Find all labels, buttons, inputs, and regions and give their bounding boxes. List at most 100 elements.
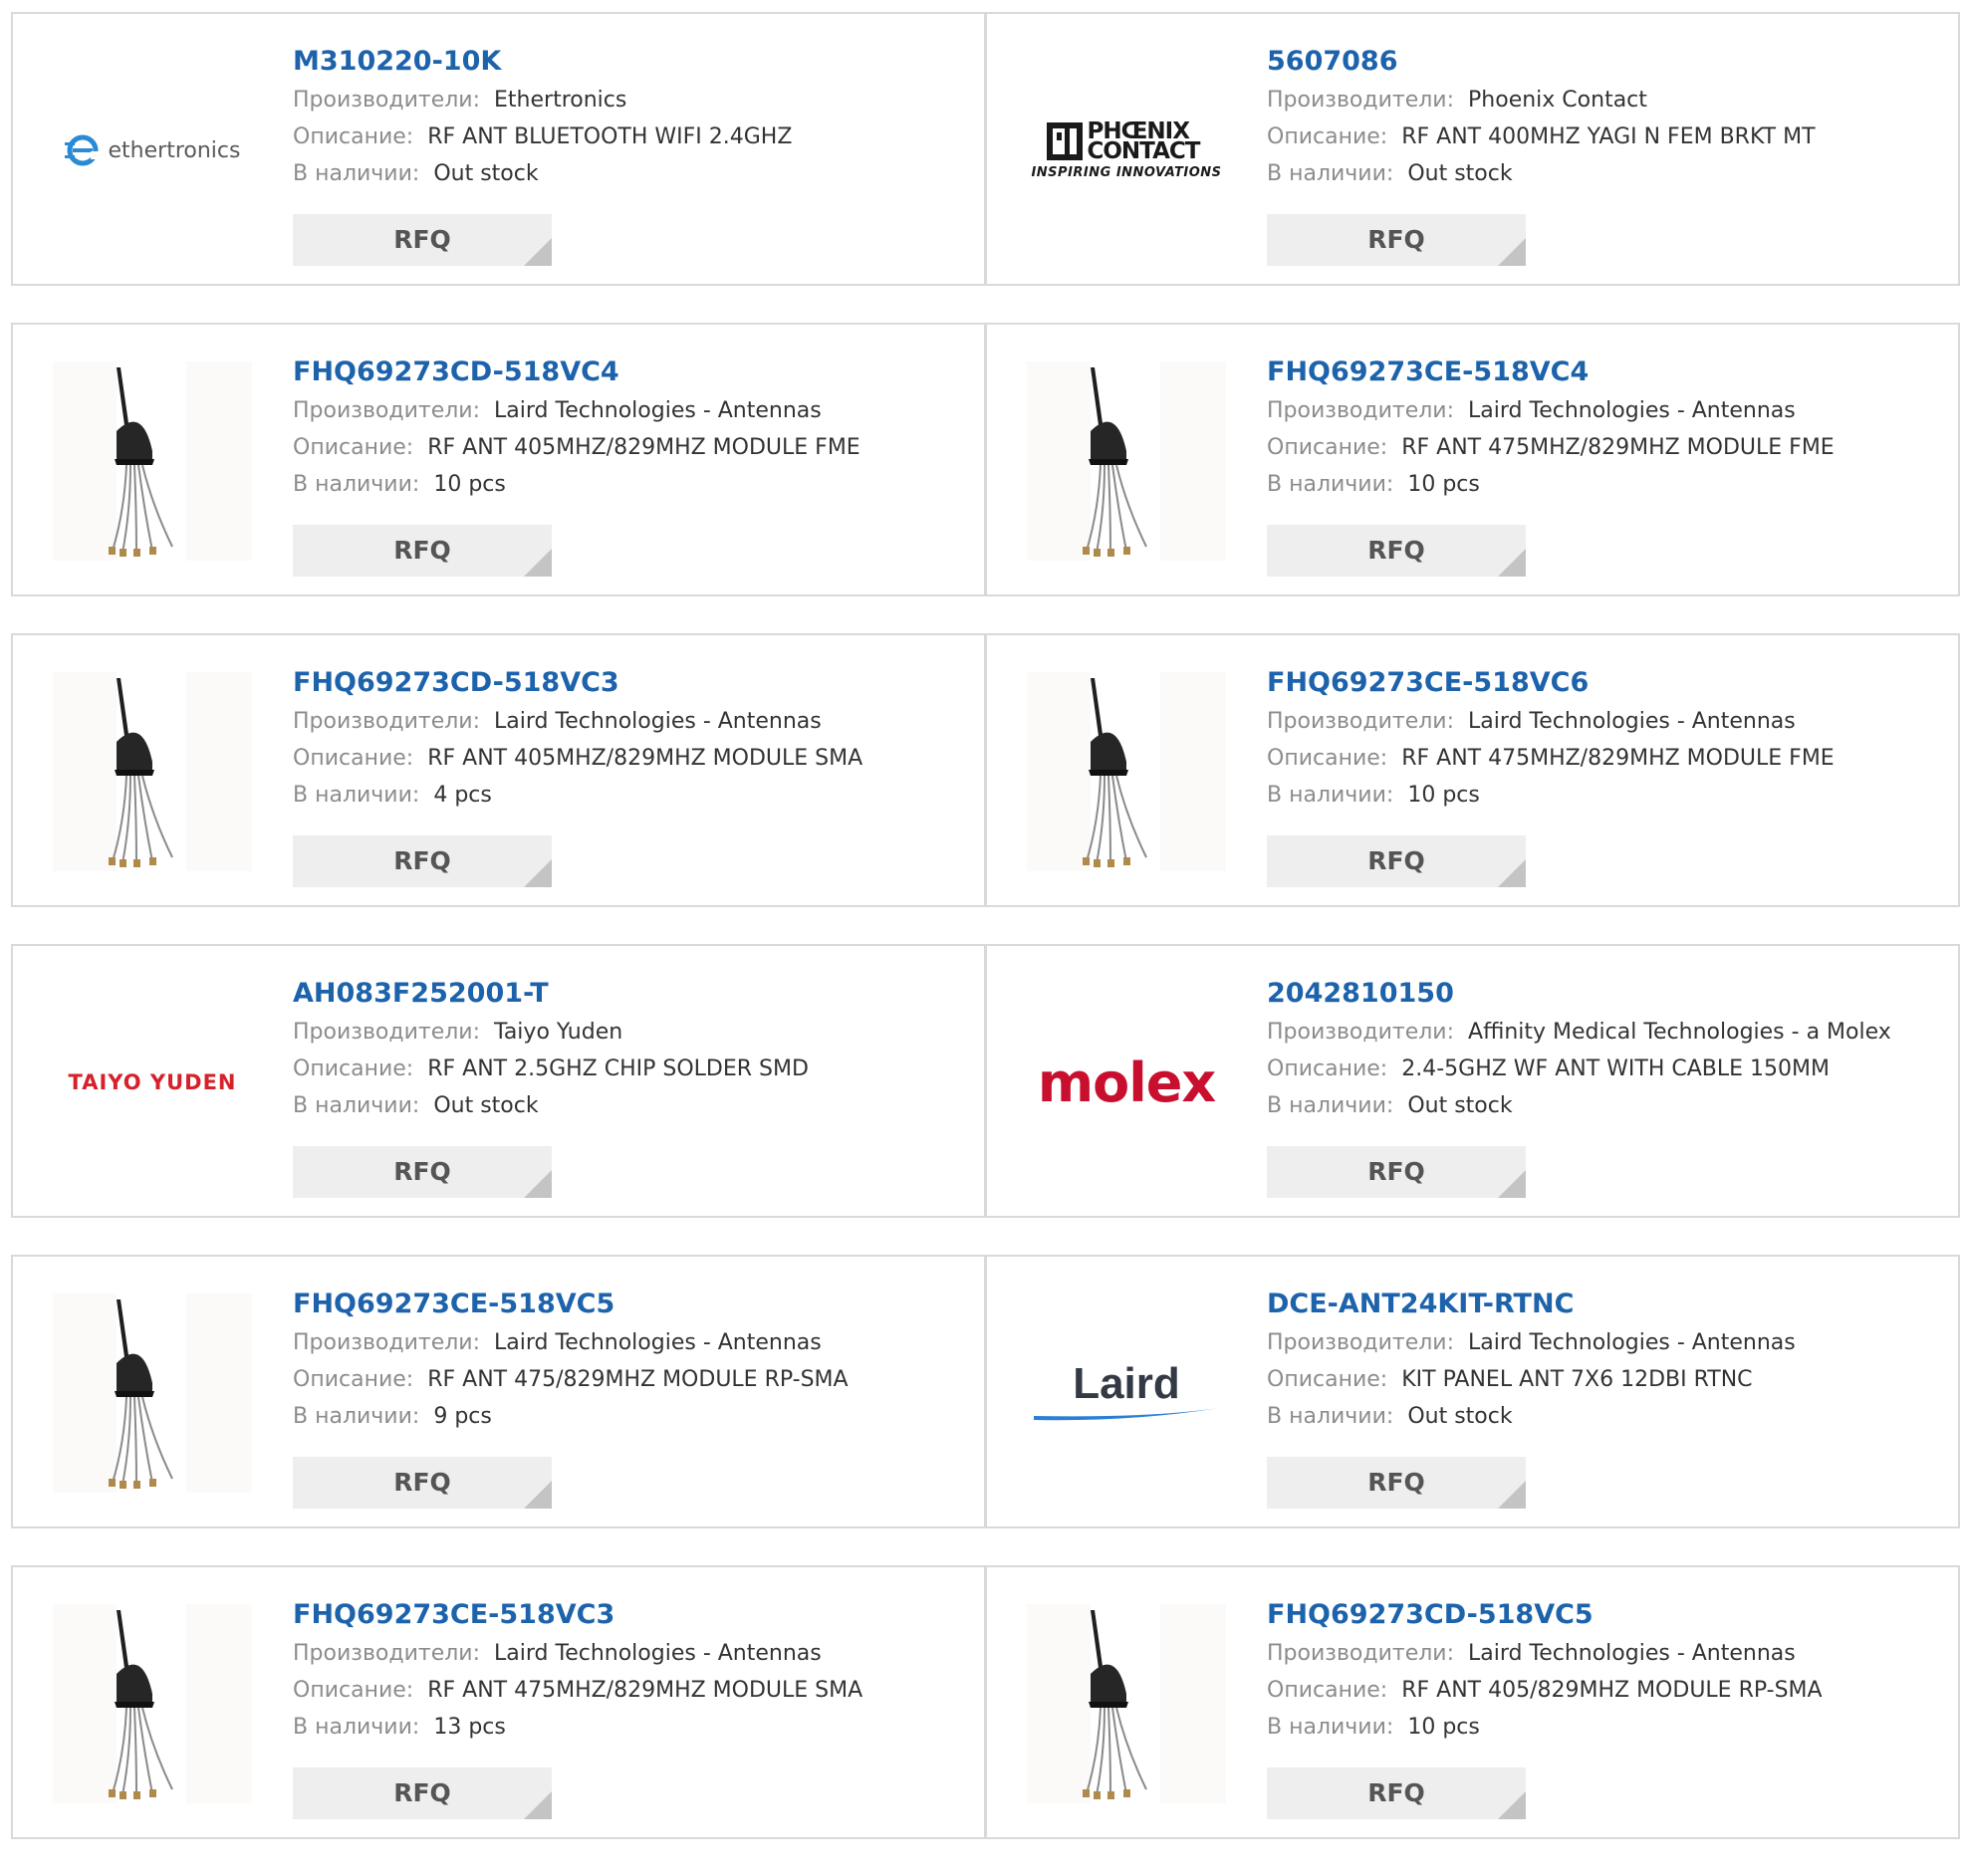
product-grid: ethertronics M310220-10K Производители: Eth… <box>11 12 1961 1876</box>
rfq-button[interactable]: RFQ <box>1267 1146 1526 1198</box>
part-number-link[interactable]: FHQ69273CE-518VC5 <box>293 1285 614 1324</box>
product-thumbnail[interactable]: ethertronics <box>53 51 252 250</box>
description-row: Описание: RF ANT 2.5GHZ CHIP SOLDER SMD <box>293 1051 974 1087</box>
rfq-button[interactable]: RFQ <box>293 1457 552 1509</box>
description-label: Описание: <box>293 746 414 771</box>
corner-triangle-icon <box>1498 549 1526 577</box>
rfq-button[interactable]: RFQ <box>293 835 552 887</box>
rfq-button[interactable]: RFQ <box>1267 214 1526 266</box>
rfq-button[interactable]: RFQ <box>293 525 552 577</box>
shark-fin-antenna-icon <box>109 678 173 867</box>
rfq-button[interactable]: RFQ <box>293 214 552 266</box>
stock-label: В наличии: <box>1267 161 1394 186</box>
antenna-photo <box>53 361 252 561</box>
rfq-button-label: RFQ <box>1367 846 1425 875</box>
rfq-button-label: RFQ <box>393 225 451 254</box>
part-number-link[interactable]: 2042810150 <box>1267 974 1454 1014</box>
part-number-link[interactable]: AH083F252001-T <box>293 974 549 1014</box>
corner-triangle-icon <box>1498 859 1526 887</box>
phoenix-tagline: INSPIRING INNOVATIONS <box>1031 164 1222 180</box>
description-label: Описание: <box>1267 1056 1388 1081</box>
manufacturer-row: Производители: Affinity Medical Technolog… <box>1267 1014 1948 1051</box>
product-card: FHQ69273CE-518VC5 Производители: Laird Tec… <box>11 1255 986 1528</box>
manufacturer-value: Laird Technologies - Antennas <box>1468 709 1796 734</box>
rfq-button[interactable]: RFQ <box>1267 525 1526 577</box>
manufacturer-row: Производители: Laird Technologies - Anten… <box>1267 1324 1948 1361</box>
part-number-link[interactable]: M310220-10K <box>293 42 501 82</box>
rfq-button[interactable]: RFQ <box>1267 1767 1526 1819</box>
description-row: Описание: RF ANT 400MHZ YAGI N FEM BRKT M… <box>1267 118 1948 155</box>
stock-label: В наличии: <box>293 1715 420 1740</box>
stock-label: В наличии: <box>1267 1093 1394 1118</box>
manufacturer-value: Laird Technologies - Antennas <box>1468 398 1796 423</box>
stock-value: 10 pcs <box>1407 472 1480 497</box>
manufacturer-row: Производители: Laird Technologies - Anten… <box>1267 1635 1948 1672</box>
product-card: PHŒNIX CONTACT INSPIRING INNOVATIONS 56070… <box>985 12 1960 286</box>
manufacturer-label: Производители: <box>1267 1330 1455 1355</box>
product-info: FHQ69273CE-518VC3 Производители: Laird Tec… <box>293 1595 974 1746</box>
product-card: Laird DCE-ANT24KIT-RTNC Производители: Lair… <box>985 1255 1960 1528</box>
description-value: RF ANT 475MHZ/829MHZ MODULE SMA <box>427 1678 863 1703</box>
shark-fin-antenna-icon <box>1083 1610 1147 1799</box>
corner-triangle-icon <box>524 238 552 266</box>
manufacturer-label: Производители: <box>293 398 481 423</box>
product-thumbnail[interactable] <box>53 1293 252 1493</box>
stock-label: В наличии: <box>293 161 420 186</box>
manufacturer-value: Laird Technologies - Antennas <box>1468 1330 1796 1355</box>
rfq-button[interactable]: RFQ <box>1267 1457 1526 1509</box>
stock-label: В наличии: <box>1267 783 1394 808</box>
part-number-link[interactable]: FHQ69273CD-518VC5 <box>1267 1595 1594 1635</box>
product-thumbnail[interactable]: TAIYO YUDEN <box>53 983 252 1182</box>
antenna-photo <box>1027 361 1226 561</box>
product-card: FHQ69273CD-518VC3 Производители: Laird Tec… <box>11 633 986 907</box>
corner-triangle-icon <box>1498 238 1526 266</box>
antenna-photo <box>1027 672 1226 871</box>
description-row: Описание: RF ANT 475MHZ/829MHZ MODULE FME <box>1267 429 1948 466</box>
antenna-photo <box>1027 1604 1226 1803</box>
description-row: Описание: RF ANT 405MHZ/829MHZ MODULE SMA <box>293 740 974 777</box>
shark-fin-antenna-icon <box>1083 678 1147 867</box>
product-thumbnail[interactable] <box>1027 1604 1226 1803</box>
product-thumbnail[interactable]: molex <box>1027 983 1226 1182</box>
product-thumbnail[interactable] <box>53 361 252 561</box>
rfq-button-label: RFQ <box>393 846 451 875</box>
rfq-button[interactable]: RFQ <box>293 1146 552 1198</box>
part-number-link[interactable]: FHQ69273CD-518VC4 <box>293 352 619 392</box>
manufacturer-label: Производители: <box>293 1330 481 1355</box>
product-thumbnail[interactable]: PHŒNIX CONTACT INSPIRING INNOVATIONS <box>1027 51 1226 250</box>
manufacturer-label: Производители: <box>293 1641 481 1666</box>
rfq-button[interactable]: RFQ <box>293 1767 552 1819</box>
description-value: RF ANT 405/829MHZ MODULE RP-SMA <box>1401 1678 1823 1703</box>
part-number-link[interactable]: FHQ69273CE-518VC3 <box>293 1595 614 1635</box>
manufacturer-row: Производители: Ethertronics <box>293 82 974 118</box>
part-number-link[interactable]: FHQ69273CE-518VC4 <box>1267 352 1589 392</box>
laird-wordmark: Laird <box>1073 1359 1180 1408</box>
description-value: RF ANT 400MHZ YAGI N FEM BRKT MT <box>1401 124 1816 149</box>
description-label: Описание: <box>293 1367 414 1392</box>
manufacturer-value: Laird Technologies - Antennas <box>494 1330 822 1355</box>
product-thumbnail[interactable] <box>53 672 252 871</box>
stock-label: В наличии: <box>1267 1715 1394 1740</box>
manufacturer-label: Производители: <box>293 709 481 734</box>
product-thumbnail[interactable] <box>53 1604 252 1803</box>
description-label: Описание: <box>1267 435 1388 460</box>
part-number-link[interactable]: 5607086 <box>1267 42 1398 82</box>
taiyo-yuden-logo: TAIYO YUDEN <box>68 1070 237 1094</box>
description-label: Описание: <box>1267 1678 1388 1703</box>
rfq-button[interactable]: RFQ <box>1267 835 1526 887</box>
phoenix-contact-logo: PHŒNIX CONTACT INSPIRING INNOVATIONS <box>1031 119 1222 180</box>
product-info: 5607086 Производители: Phoenix Contact Опис… <box>1267 42 1948 192</box>
part-number-link[interactable]: FHQ69273CD-518VC3 <box>293 663 619 703</box>
corner-triangle-icon <box>524 1791 552 1819</box>
stock-row: В наличии: Out stock <box>1267 1087 1948 1124</box>
manufacturer-value: Affinity Medical Technologies - a Molex <box>1468 1020 1891 1045</box>
stock-label: В наличии: <box>293 472 420 497</box>
product-thumbnail[interactable] <box>1027 361 1226 561</box>
part-number-link[interactable]: DCE-ANT24KIT-RTNC <box>1267 1285 1574 1324</box>
manufacturer-value: Ethertronics <box>494 88 627 113</box>
product-thumbnail[interactable] <box>1027 672 1226 871</box>
product-thumbnail[interactable]: Laird <box>1027 1293 1226 1493</box>
part-number-link[interactable]: FHQ69273CE-518VC6 <box>1267 663 1589 703</box>
product-info: AH083F252001-T Производители: Taiyo Yuden О… <box>293 974 974 1124</box>
description-row: Описание: RF ANT 405MHZ/829MHZ MODULE FME <box>293 429 974 466</box>
